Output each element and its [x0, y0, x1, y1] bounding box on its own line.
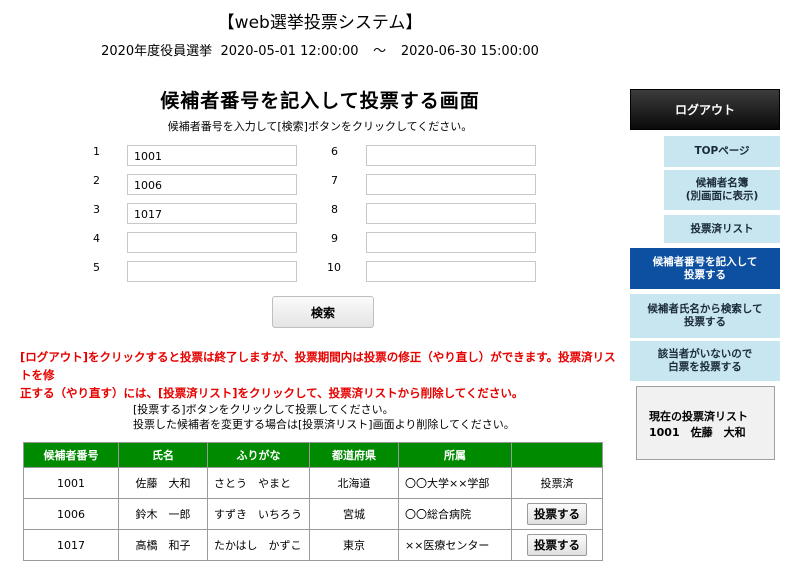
candidate-number-input-7[interactable] — [366, 174, 536, 195]
candidate-number-label-1: 1 — [93, 145, 100, 158]
candidate-number-label-2: 2 — [93, 174, 100, 187]
candidate-number-label-3: 3 — [93, 203, 100, 216]
sidebar-item-vote-by-name[interactable]: 候補者氏名から検索して 投票する — [630, 294, 780, 338]
cell-affiliation: 〇〇総合病院 — [398, 498, 512, 530]
period-end: 2020-06-30 15:00:00 — [400, 44, 539, 59]
candidate-number-input-5[interactable] — [127, 261, 297, 282]
logout-button[interactable]: ログアウト — [630, 89, 780, 130]
cell-kana: すずき いちろう — [207, 498, 310, 530]
sidebar-item-voted-list[interactable]: 投票済リスト — [664, 215, 780, 243]
cell-affiliation: ××医療センター — [398, 529, 512, 561]
cell-action: 投票する — [511, 498, 603, 530]
cell-action: 投票する — [511, 529, 603, 561]
candidate-number-input-10[interactable] — [366, 261, 536, 282]
candidate-number-input-3[interactable]: 1017 — [127, 203, 297, 224]
vote-instruction-line-2: 投票した候補者を変更する場合は[投票済リスト]画面より削除してください。 — [133, 418, 515, 431]
cell-kana: たかはし かずこ — [207, 529, 310, 561]
col-affiliation: 所属 — [398, 442, 512, 468]
col-prefecture: 都道府県 — [309, 442, 399, 468]
candidate-number-label-7: 7 — [331, 174, 338, 187]
search-button[interactable]: 検索 — [272, 296, 374, 328]
sidebar-item-blank-vote[interactable]: 該当者がいないので 白票を投票する — [630, 341, 780, 381]
cell-name: 鈴木 一郎 — [118, 498, 208, 530]
system-title: 【web選挙投票システム】 — [217, 13, 423, 33]
logout-notice: [ログアウト]をクリックすると投票は終了しますが、投票期間内は投票の修正（やり直… — [20, 348, 616, 402]
candidate-number-input-1[interactable]: 1001 — [127, 145, 297, 166]
sidebar-item-label: 該当者がいないので — [657, 348, 753, 360]
period-start: 2020-05-01 12:00:00 — [220, 44, 359, 59]
sidebar-item-candidate-roster[interactable]: 候補者名簿 (別画面に表示) — [664, 170, 780, 210]
cell-candidate-number: 1017 — [23, 529, 119, 561]
table-row: 1001 佐藤 大和 さとう やまと 北海道 〇〇大学××学部 投票済 — [23, 467, 603, 499]
candidate-number-label-4: 4 — [93, 232, 100, 245]
col-name: 氏名 — [118, 442, 208, 468]
cell-kana: さとう やまと — [207, 467, 310, 499]
table-row: 1006 鈴木 一郎 すずき いちろう 宮城 〇〇総合病院 投票する — [23, 498, 603, 530]
vote-instruction: [投票する]ボタンをクリックして投票してください。 投票した候補者を変更する場合… — [133, 402, 515, 432]
col-candidate-number: 候補者番号 — [23, 442, 119, 468]
sidebar-item-top-page[interactable]: TOPページ — [664, 136, 780, 167]
search-instruction: 候補者番号を入力して[検索]ボタンをクリックしてください。 — [167, 120, 473, 133]
candidate-number-input-6[interactable] — [366, 145, 536, 166]
sidebar-item-sublabel: (別画面に表示) — [685, 190, 759, 202]
sidebar-item-label: 投票済リスト — [690, 222, 754, 235]
col-action — [511, 442, 603, 468]
vote-button[interactable]: 投票する — [527, 534, 587, 556]
cell-name: 佐藤 大和 — [118, 467, 208, 499]
sidebar-item-label: 候補者名簿 — [695, 177, 749, 189]
candidate-table: 候補者番号 氏名 ふりがな 都道府県 所属 1001 佐藤 大和 さとう やまと… — [23, 442, 603, 561]
cell-prefecture: 北海道 — [309, 467, 399, 499]
cell-name: 高橋 和子 — [118, 529, 208, 561]
sidebar-item-sublabel: 投票する — [684, 268, 726, 281]
current-voted-list-item: 1001 佐藤 大和 — [649, 426, 746, 439]
candidate-number-label-6: 6 — [331, 145, 338, 158]
sidebar-item-label: 候補者氏名から検索して — [647, 303, 763, 315]
candidate-number-input-2[interactable]: 1006 — [127, 174, 297, 195]
candidate-number-label-8: 8 — [331, 203, 338, 216]
cell-voted-status: 投票済 — [511, 467, 603, 499]
sidebar-item-label: 候補者番号を記入して — [652, 255, 758, 268]
election-name: 2020年度役員選挙 — [101, 44, 213, 59]
sidebar-item-sublabel: 白票を投票する — [668, 361, 742, 373]
sidebar-item-sublabel: 投票する — [684, 316, 726, 328]
page-title: 候補者番号を記入して投票する画面 — [160, 90, 480, 112]
current-voted-list-title: 現在の投票済リスト — [649, 410, 748, 423]
cell-candidate-number: 1006 — [23, 498, 119, 530]
sidebar-item-vote-by-number[interactable]: 候補者番号を記入して 投票する — [630, 248, 780, 289]
candidate-number-label-9: 9 — [331, 232, 338, 245]
election-period: 2020年度役員選挙 2020-05-01 12:00:00 ～ 2020-06… — [0, 40, 640, 59]
period-separator: ～ — [373, 44, 387, 59]
vote-instruction-line-1: [投票する]ボタンをクリックして投票してください。 — [133, 403, 394, 416]
table-header-row: 候補者番号 氏名 ふりがな 都道府県 所属 — [23, 442, 603, 468]
notice-line-2: 正する（やり直す）には、[投票済リスト]をクリックして、投票済リストから削除して… — [20, 386, 524, 400]
table-row: 1017 高橋 和子 たかはし かずこ 東京 ××医療センター 投票する — [23, 529, 603, 561]
cell-prefecture: 東京 — [309, 529, 399, 561]
candidate-number-label-5: 5 — [93, 261, 100, 274]
current-voted-list-panel: 現在の投票済リスト 1001 佐藤 大和 — [636, 386, 775, 460]
candidate-number-input-9[interactable] — [366, 232, 536, 253]
col-kana: ふりがな — [207, 442, 310, 468]
vote-button[interactable]: 投票する — [527, 503, 587, 525]
candidate-number-label-10: 10 — [327, 261, 341, 274]
candidate-number-input-8[interactable] — [366, 203, 536, 224]
sidebar-item-label: TOPページ — [694, 145, 750, 157]
notice-line-1: [ログアウト]をクリックすると投票は終了しますが、投票期間内は投票の修正（やり直… — [20, 350, 616, 382]
cell-candidate-number: 1001 — [23, 467, 119, 499]
cell-prefecture: 宮城 — [309, 498, 399, 530]
cell-affiliation: 〇〇大学××学部 — [398, 467, 512, 499]
candidate-number-input-4[interactable] — [127, 232, 297, 253]
